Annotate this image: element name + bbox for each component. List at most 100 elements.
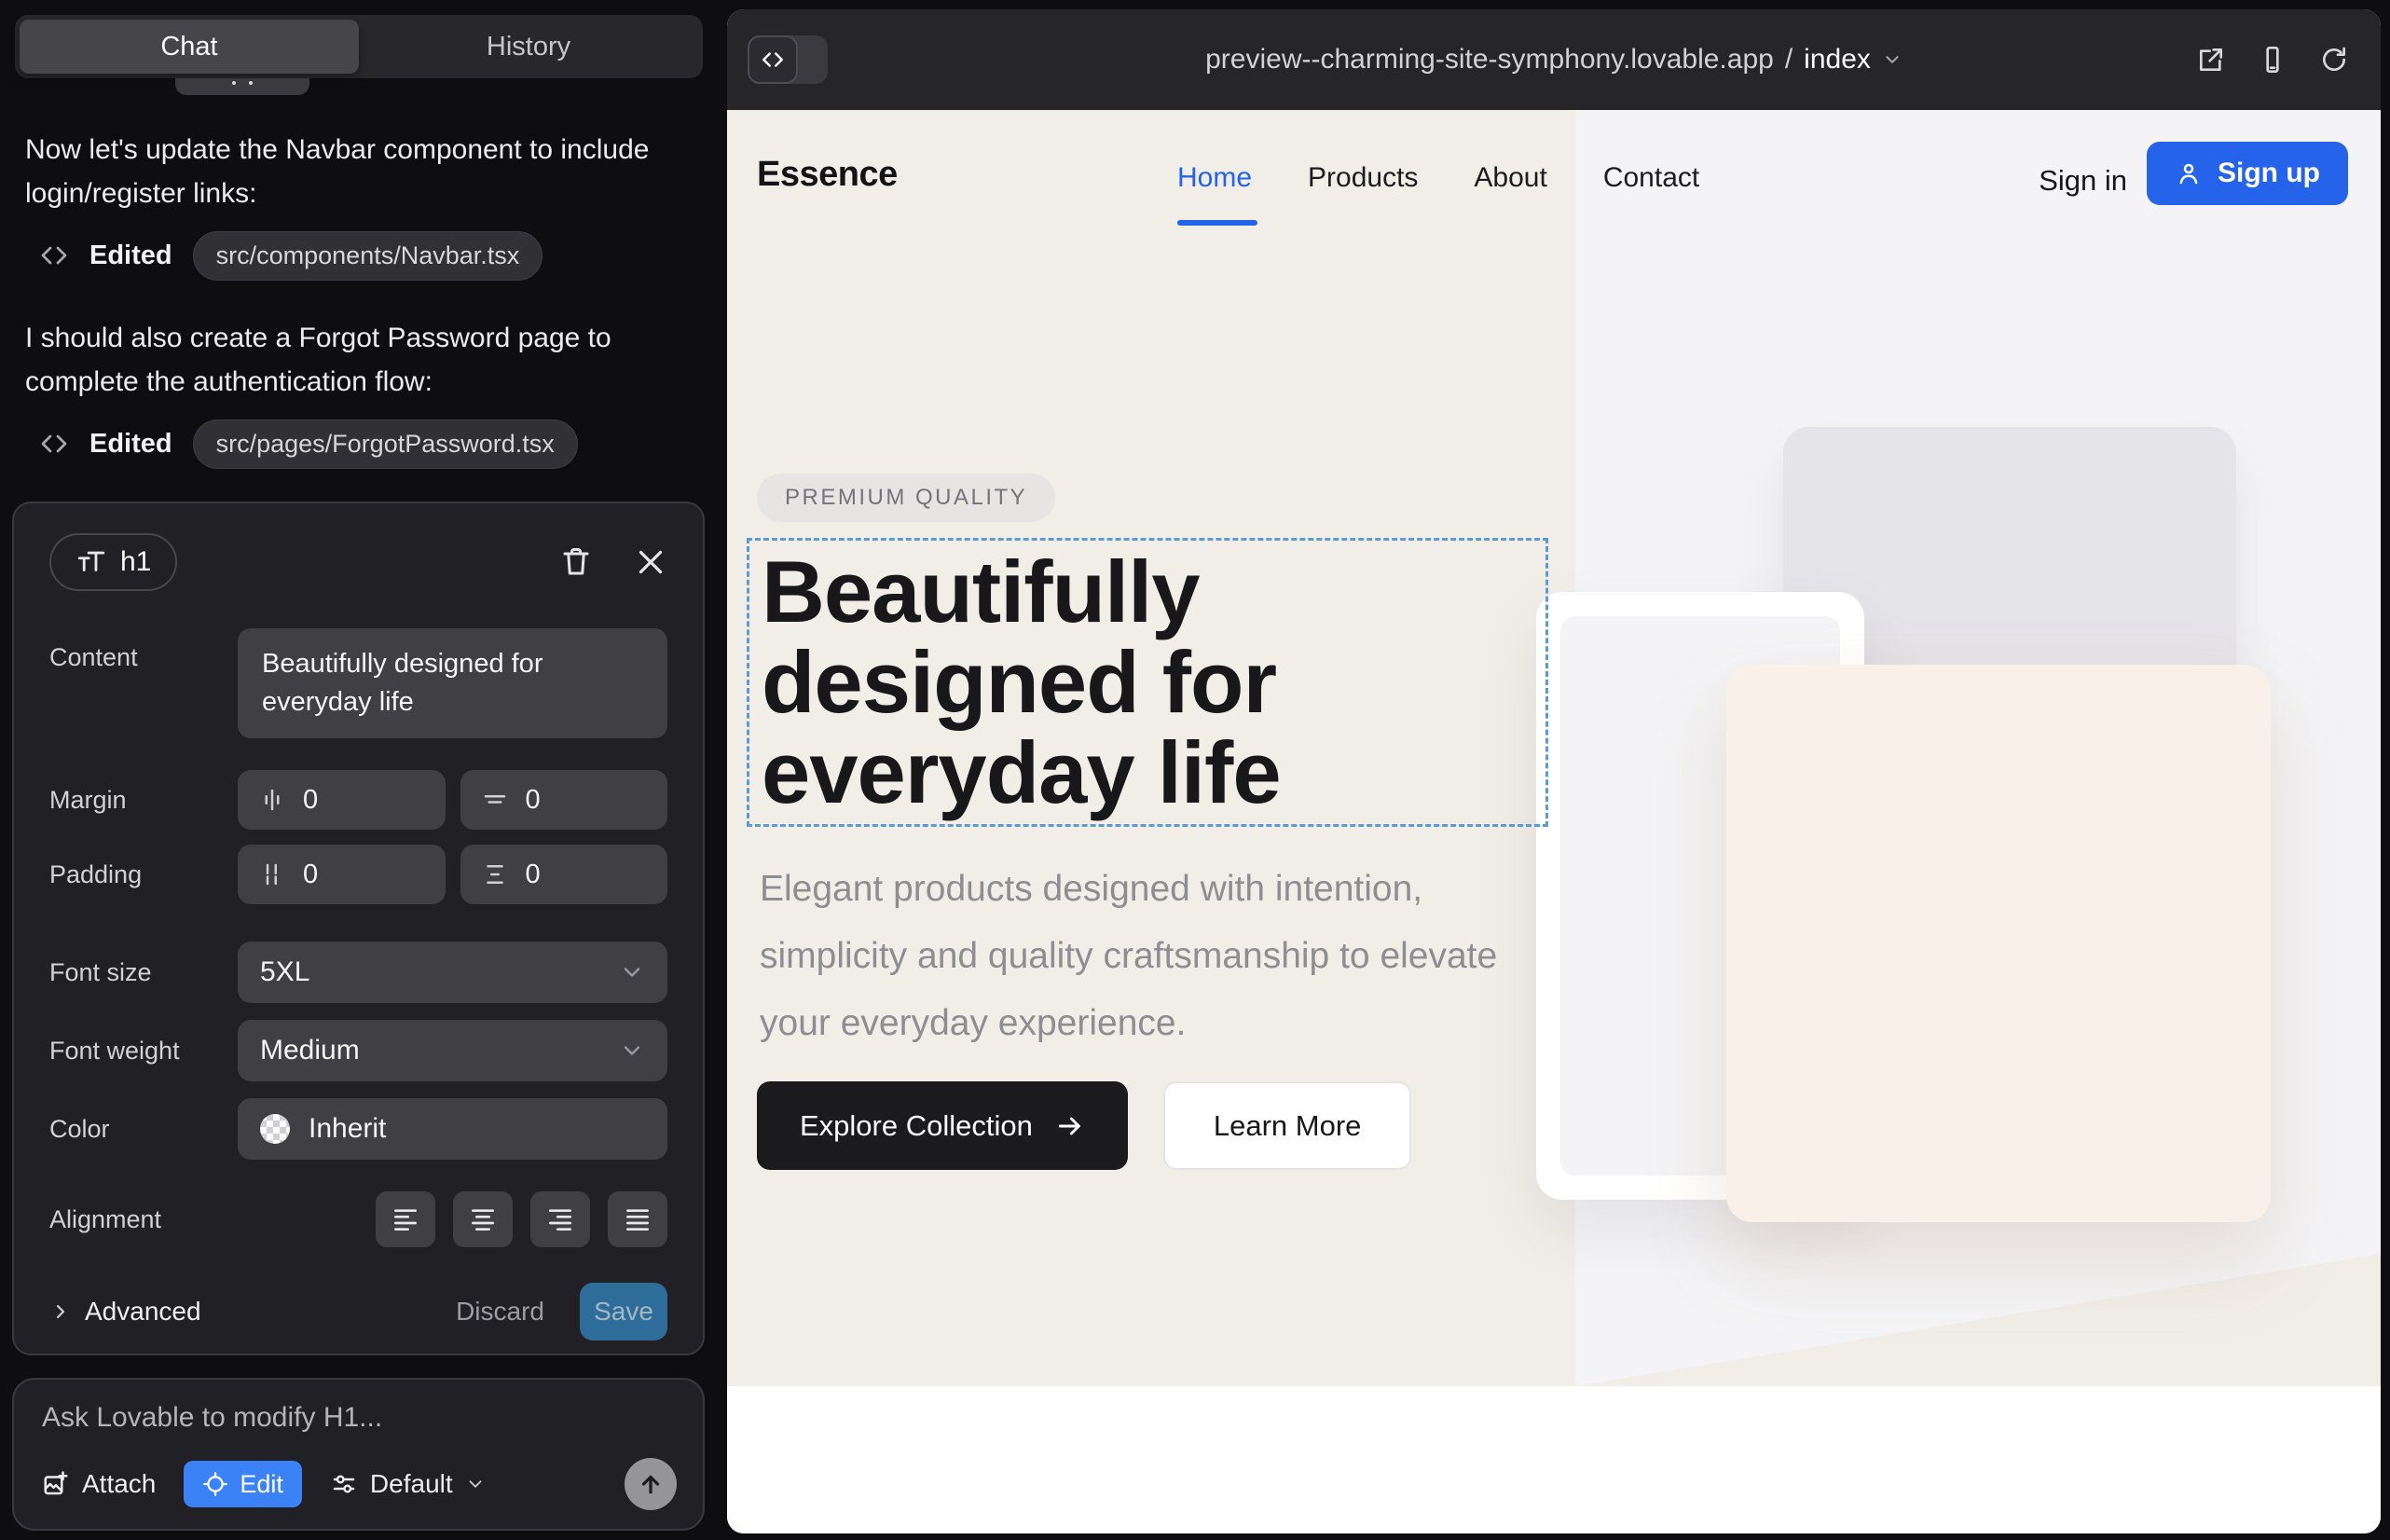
chevron-down-icon (1882, 49, 1902, 70)
edited-file-chip[interactable]: src/pages/ForgotPassword.tsx (193, 419, 578, 469)
align-left-icon (391, 1204, 420, 1234)
color-label: Color (49, 1115, 238, 1144)
sign-up-button[interactable]: Sign up (2147, 142, 2348, 205)
premium-quality-badge: PREMIUM QUALITY (757, 474, 1055, 522)
sign-up-label: Sign up (2218, 158, 2320, 189)
target-icon (202, 1471, 228, 1497)
alignment-label: Alignment (49, 1205, 238, 1234)
font-weight-select[interactable]: Medium (238, 1020, 667, 1081)
align-right-button[interactable] (530, 1191, 590, 1247)
margin-row: Margin 0 0 (49, 770, 667, 830)
align-center-button[interactable] (453, 1191, 513, 1247)
align-justify-icon (623, 1204, 652, 1234)
nav-link-products[interactable]: Products (1308, 162, 1418, 194)
edit-mode-button[interactable]: Edit (184, 1461, 302, 1507)
scrolled-chip-partial (175, 78, 309, 95)
edited-file-row: Edited src/components/Navbar.tsx (39, 229, 543, 282)
align-right-icon (545, 1204, 575, 1234)
panel-tabbar: Chat History (15, 15, 703, 78)
font-weight-value: Medium (260, 1035, 360, 1066)
arrow-up-icon (637, 1470, 665, 1498)
code-preview-toggle (748, 35, 828, 84)
learn-more-button[interactable]: Learn More (1163, 1081, 1412, 1170)
assistant-message: I should also create a Forgot Password p… (25, 316, 693, 404)
align-justify-button[interactable] (608, 1191, 667, 1247)
margin-vertical-value: 0 (526, 785, 541, 816)
lovable-side-panel: Chat History Now let's update the Navbar… (0, 0, 725, 1540)
code-view-button[interactable] (748, 35, 798, 84)
preview-browser-bar: preview--charming-site-symphony.lovable.… (727, 9, 2381, 110)
sign-in-link[interactable]: Sign in (2039, 164, 2127, 198)
chevron-down-icon (465, 1474, 486, 1494)
mobile-view-icon[interactable] (2258, 45, 2287, 75)
assistant-message: Now let's update the Navbar component to… (25, 128, 693, 215)
site-logo[interactable]: Essence (757, 155, 898, 195)
margin-horizontal-icon (258, 786, 286, 814)
sliders-icon (330, 1470, 358, 1498)
attach-label: Attach (82, 1469, 156, 1499)
site-navbar: Essence Home Products About Contact Sign… (727, 110, 2381, 250)
margin-label: Margin (49, 786, 238, 815)
padding-vertical-value: 0 (526, 859, 541, 890)
content-label: Content (49, 628, 238, 672)
preview-url[interactable]: preview--charming-site-symphony.lovable.… (1205, 44, 1902, 76)
user-icon (2175, 159, 2203, 187)
font-weight-label: Font weight (49, 1037, 238, 1066)
model-default-dropdown[interactable]: Default (330, 1469, 486, 1499)
margin-vertical-input[interactable]: 0 (460, 770, 668, 830)
edited-file-chip[interactable]: src/components/Navbar.tsx (193, 231, 543, 281)
color-row: Color Inherit (49, 1098, 667, 1160)
padding-horizontal-input[interactable]: 0 (238, 845, 446, 904)
chevron-down-icon (619, 1038, 645, 1064)
attach-button[interactable]: Attach (42, 1469, 156, 1499)
advanced-expander[interactable]: Advanced (49, 1297, 201, 1327)
padding-horizontal-value: 0 (303, 859, 318, 890)
padding-vertical-input[interactable]: 0 (460, 845, 668, 904)
align-left-button[interactable] (376, 1191, 435, 1247)
color-select[interactable]: Inherit (238, 1098, 667, 1160)
element-editor-panel: h1 Content Beautifully designed for ever… (12, 502, 705, 1355)
delete-element-icon[interactable] (559, 545, 593, 579)
send-button[interactable] (625, 1458, 677, 1510)
color-swatch (260, 1114, 290, 1144)
open-in-new-tab-icon[interactable] (2196, 45, 2226, 75)
nav-link-about[interactable]: About (1474, 162, 1546, 194)
margin-horizontal-input[interactable]: 0 (238, 770, 446, 830)
app-window: Chat History Now let's update the Navbar… (0, 0, 2390, 1540)
composer-input[interactable] (42, 1402, 677, 1434)
edit-label: Edit (240, 1470, 283, 1499)
save-button[interactable]: Save (580, 1283, 667, 1341)
refresh-icon[interactable] (2319, 45, 2349, 75)
hero-heading-line: designed for (762, 637, 1281, 727)
code-icon (39, 241, 69, 270)
font-size-value: 5XL (260, 956, 309, 988)
font-weight-row: Font weight Medium (49, 1020, 667, 1081)
site-viewport: Essence Home Products About Contact Sign… (727, 110, 2381, 1533)
hero-heading-line: everyday life (762, 727, 1281, 818)
code-icon (39, 429, 69, 459)
font-size-row: Font size 5XL (49, 942, 667, 1003)
margin-vertical-icon (481, 786, 509, 814)
font-size-select[interactable]: 5XL (238, 942, 667, 1003)
nav-link-home[interactable]: Home (1177, 162, 1252, 194)
font-size-label: Font size (49, 958, 238, 987)
tab-history[interactable]: History (359, 20, 698, 74)
content-row: Content Beautifully designed for everyda… (49, 628, 667, 738)
selected-element-pill[interactable]: h1 (49, 533, 177, 591)
nav-link-contact[interactable]: Contact (1603, 162, 1699, 194)
content-textarea[interactable]: Beautifully designed for everyday life (238, 628, 667, 738)
discard-button[interactable]: Discard (456, 1297, 544, 1327)
close-icon[interactable] (634, 545, 667, 579)
margin-horizontal-value: 0 (303, 785, 318, 816)
preview-pane: preview--charming-site-symphony.lovable.… (727, 9, 2381, 1533)
explore-collection-label: Explore Collection (800, 1109, 1033, 1143)
code-icon (761, 48, 785, 72)
url-separator: / (1785, 44, 1792, 76)
tab-chat[interactable]: Chat (20, 20, 359, 74)
explore-collection-button[interactable]: Explore Collection (757, 1081, 1128, 1170)
hero-heading-line: Beautifully (762, 546, 1281, 637)
chat-composer: Attach Edit Default (12, 1378, 705, 1531)
hero-card-cream (1726, 665, 2271, 1222)
hero-heading[interactable]: Beautifully designed for everyday life (762, 546, 1281, 818)
color-value: Inherit (309, 1113, 386, 1145)
